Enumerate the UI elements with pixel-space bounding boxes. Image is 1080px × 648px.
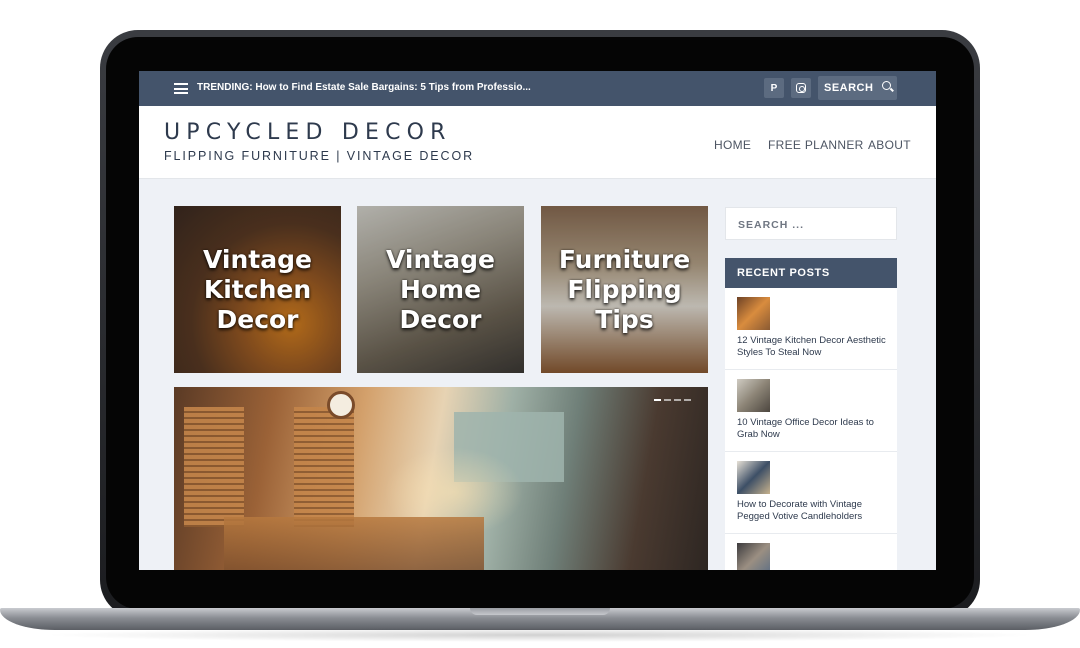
- tile-title: Vintage Home Decor: [386, 244, 495, 334]
- featured-slider[interactable]: [174, 387, 708, 570]
- hero-image-detail: [224, 517, 484, 570]
- tile-title: Furniture Flipping Tips: [558, 244, 691, 334]
- trending-label: TRENDING:: [197, 82, 253, 93]
- slider-dot[interactable]: [654, 399, 661, 401]
- search-icon[interactable]: [882, 81, 891, 90]
- post-title[interactable]: 10 Vintage Office Decor Ideas to Grab No…: [737, 417, 892, 441]
- slider-pagination[interactable]: [654, 399, 691, 401]
- nav-home[interactable]: HOME: [714, 138, 751, 152]
- top-search-label: SEARCH: [824, 82, 874, 94]
- site-tagline: FLIPPING FURNITURE | VINTAGE DECOR: [164, 149, 474, 163]
- post-title[interactable]: How to Decorate with Vintage Pegged Voti…: [737, 499, 892, 523]
- recent-post-item[interactable]: 10 Vintage Office Decor Ideas to Grab No…: [725, 370, 897, 452]
- recent-post-item[interactable]: 12 Vintage Kitchen Decor Aesthetic Style…: [725, 288, 897, 370]
- laptop-shadow: [40, 628, 1040, 642]
- nav-about[interactable]: ABOUT: [868, 138, 911, 152]
- slider-dot[interactable]: [674, 399, 681, 401]
- slider-dot[interactable]: [684, 399, 691, 401]
- instagram-icon[interactable]: [791, 78, 811, 98]
- hero-image-detail: [327, 391, 355, 419]
- post-title[interactable]: 12 Vintage Kitchen Decor Aesthetic Style…: [737, 335, 892, 359]
- sidebar-search-input[interactable]: SEARCH ...: [725, 207, 897, 240]
- site-header: UPCYCLED DECOR FLIPPING FURNITURE | VINT…: [139, 106, 936, 179]
- recent-posts-heading: RECENT POSTS: [725, 258, 897, 288]
- site-logo[interactable]: UPCYCLED DECOR: [164, 120, 452, 145]
- hero-image-detail: [294, 407, 354, 527]
- top-search-box[interactable]: SEARCH: [818, 76, 897, 100]
- recent-post-item[interactable]: How to Decorate with Vintage Pegged Voti…: [725, 452, 897, 534]
- post-thumbnail[interactable]: [737, 297, 770, 330]
- trending-link[interactable]: How to Find Estate Sale Bargains: 5 Tips…: [255, 82, 530, 93]
- recent-posts-widget: RECENT POSTS 12 Vintage Kitchen Decor Ae…: [725, 258, 897, 570]
- laptop-screen: TRENDING: How to Find Estate Sale Bargai…: [139, 71, 936, 570]
- pinterest-icon[interactable]: P: [764, 78, 784, 98]
- post-thumbnail[interactable]: [737, 543, 770, 570]
- hamburger-menu-icon[interactable]: [174, 83, 188, 94]
- slider-dot[interactable]: [664, 399, 671, 401]
- post-thumbnail[interactable]: [737, 379, 770, 412]
- category-tile-vintage-home-decor[interactable]: Vintage Home Decor: [357, 206, 524, 373]
- main-content: Vintage Kitchen Decor Vintage Home Decor…: [139, 180, 936, 570]
- recent-post-item[interactable]: [725, 534, 897, 570]
- post-thumbnail[interactable]: [737, 461, 770, 494]
- category-tile-vintage-kitchen-decor[interactable]: Vintage Kitchen Decor: [174, 206, 341, 373]
- hero-image-detail: [184, 407, 244, 527]
- category-tile-furniture-flipping-tips[interactable]: Furniture Flipping Tips: [541, 206, 708, 373]
- trending-ticker[interactable]: TRENDING: How to Find Estate Sale Bargai…: [197, 82, 531, 93]
- top-bar: TRENDING: How to Find Estate Sale Bargai…: [139, 71, 936, 106]
- laptop-notch: [470, 608, 610, 615]
- nav-free-planner[interactable]: FREE PLANNER: [768, 138, 864, 152]
- tile-title: Vintage Kitchen Decor: [203, 244, 312, 334]
